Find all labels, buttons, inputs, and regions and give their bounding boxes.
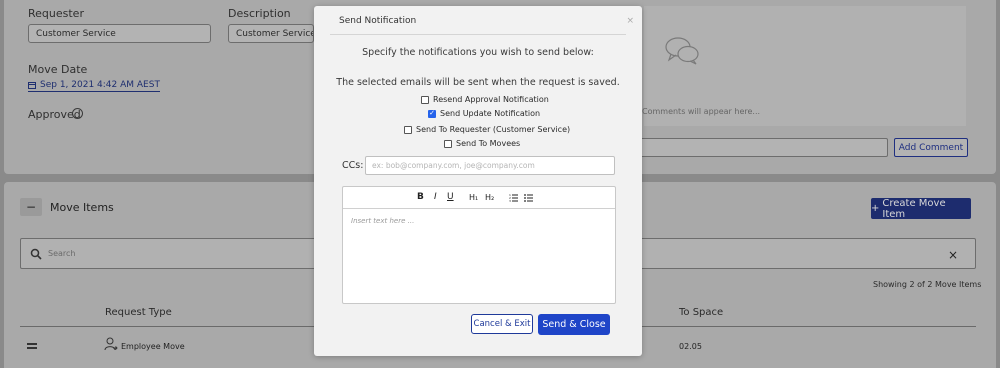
row-to-space: 02.05: [679, 342, 702, 351]
description-label: Description: [228, 7, 291, 20]
search-placeholder: Search: [48, 249, 76, 258]
search-icon: [30, 248, 42, 260]
move-items-title: Move Items: [50, 201, 114, 214]
showing-count: Showing 2 of 2 Move Items: [873, 280, 982, 289]
resend-approval-checkbox[interactable]: [421, 95, 429, 104]
dialog-divider: [330, 34, 626, 35]
heading1-button[interactable]: H₁: [469, 193, 478, 202]
bold-button[interactable]: B: [417, 192, 424, 202]
move-date-value: Sep 1, 2021 4:42 AM AEST: [40, 80, 160, 90]
create-move-item-button[interactable]: + Create Move Item: [871, 197, 971, 220]
option-label: Send To Movees: [456, 139, 521, 148]
create-move-item-label: Create Move Item: [882, 197, 946, 220]
svg-text:3: 3: [509, 199, 511, 202]
message-editor[interactable]: B I U H₁ H₂ 1 2 3 Insert text here ...: [342, 186, 616, 304]
heading2-button[interactable]: H₂: [485, 193, 494, 202]
editor-toolbar: B I U H₁ H₂ 1 2 3: [343, 187, 615, 209]
approved-radio[interactable]: [72, 108, 83, 119]
send-update-checkbox[interactable]: ✓: [428, 109, 436, 118]
send-notification-dialog: Send Notification × Specify the notifica…: [314, 6, 642, 356]
send-to-requester-checkbox[interactable]: [404, 125, 412, 134]
requester-label: Requester: [28, 7, 84, 20]
comments-placeholder: Comments will appear here...: [642, 107, 761, 116]
column-header-request-type[interactable]: Request Type: [105, 307, 172, 318]
option-send-to-movees[interactable]: Send To Movees: [444, 139, 520, 148]
add-comment-button[interactable]: Add Comment: [894, 138, 968, 157]
editor-placeholder: Insert text here ...: [351, 217, 415, 225]
option-label: Send To Requester (Customer Service): [416, 125, 571, 134]
option-send-to-requester[interactable]: Send To Requester (Customer Service): [404, 125, 570, 134]
option-label: Send Update Notification: [440, 109, 541, 118]
dialog-note-text: The selected emails will be sent when th…: [336, 77, 620, 88]
row-request-type: Employee Move: [121, 342, 185, 351]
plus-icon: +: [871, 203, 880, 214]
option-label: Resend Approval Notification: [433, 95, 549, 104]
description-field[interactable]: Customer Service's Sc: [228, 24, 314, 43]
move-date-link[interactable]: Sep 1, 2021 4:42 AM AEST: [28, 80, 160, 92]
dialog-intro-text: Specify the notifications you wish to se…: [362, 47, 594, 58]
person-move-icon: [104, 337, 118, 351]
ccs-label: CCs:: [342, 160, 364, 171]
option-resend-approval[interactable]: Resend Approval Notification: [421, 95, 549, 104]
column-header-to-space[interactable]: To Space: [679, 307, 723, 318]
bullet-list-icon[interactable]: [524, 193, 533, 202]
calendar-icon: [28, 82, 36, 89]
ordered-list-icon[interactable]: 1 2 3: [509, 193, 518, 202]
comment-input[interactable]: [640, 138, 888, 157]
ccs-input[interactable]: [365, 156, 615, 175]
send-to-movees-checkbox[interactable]: [444, 139, 452, 148]
dialog-title: Send Notification: [339, 16, 417, 26]
cancel-exit-button[interactable]: Cancel & Exit: [471, 314, 533, 334]
close-icon[interactable]: ×: [626, 16, 634, 26]
send-close-button[interactable]: Send & Close: [538, 314, 610, 335]
requester-field[interactable]: Customer Service: [28, 24, 211, 43]
collapse-button[interactable]: −: [20, 198, 42, 216]
chat-bubbles-icon: [665, 37, 699, 65]
drag-handle-icon[interactable]: [27, 343, 37, 349]
italic-button[interactable]: I: [434, 192, 437, 202]
move-date-label: Move Date: [28, 63, 88, 76]
clear-search-icon[interactable]: ×: [948, 248, 958, 262]
option-send-update[interactable]: ✓ Send Update Notification: [428, 109, 540, 118]
underline-button[interactable]: U: [447, 192, 454, 202]
